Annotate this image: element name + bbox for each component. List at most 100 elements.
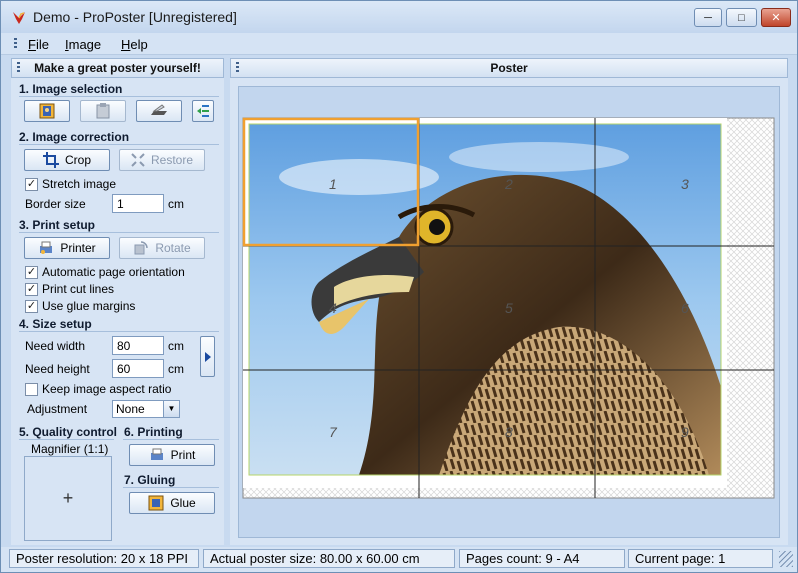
stretch-check-box[interactable]: ✓ (25, 177, 38, 191)
status-actual-size: Actual poster size: 80.00 x 60.00 cm (203, 549, 455, 568)
need-height-label: Need height (25, 362, 90, 376)
scanner-icon (151, 104, 167, 115)
magnifier-view[interactable]: + (24, 456, 112, 541)
status-pages-count: Pages count: 9 - A4 (459, 549, 625, 568)
poster-panel-grip-icon[interactable] (236, 62, 239, 74)
divider (123, 487, 219, 488)
glue-margins-check-box[interactable]: ✓ (25, 299, 38, 313)
poster-panel: 1 2 3 4 5 6 7 8 9 (230, 78, 788, 545)
restore-button[interactable]: Restore (119, 149, 205, 171)
page-number[interactable]: 1 (329, 176, 337, 192)
keep-aspect-check-box[interactable] (25, 382, 38, 396)
left-panel: 1. Image selection 2. Image correction C… (11, 78, 224, 545)
menu-bar: File Image Help (1, 33, 797, 55)
rotate-icon (134, 241, 149, 255)
page-number[interactable]: 8 (505, 424, 513, 440)
menu-file[interactable]: File (28, 37, 49, 52)
divider (19, 144, 219, 145)
maximize-button[interactable]: □ (726, 8, 757, 27)
maximize-icon: □ (738, 11, 745, 24)
paste-image-button[interactable] (80, 100, 126, 122)
close-icon: ✕ (771, 12, 781, 24)
left-panel-grip-icon[interactable] (17, 62, 20, 74)
list-arrow-icon (197, 105, 209, 117)
need-width-input[interactable]: 80 (112, 336, 164, 355)
scan-image-button[interactable] (136, 100, 182, 122)
resize-grip-icon[interactable] (779, 551, 793, 567)
dropdown-arrow-icon[interactable]: ▼ (163, 401, 179, 417)
size-presets-button[interactable] (200, 336, 215, 377)
adjustment-select[interactable]: None ▼ (112, 400, 180, 418)
glue-margins-checkbox[interactable]: ✓ Use glue margins (25, 299, 135, 313)
page-number[interactable]: 3 (681, 176, 689, 192)
poster-preview[interactable]: 1 2 3 4 5 6 7 8 9 (239, 87, 781, 539)
page-number[interactable]: 5 (505, 300, 513, 316)
divider (19, 439, 114, 440)
divider (19, 232, 219, 233)
clipboard-icon (96, 103, 110, 119)
cut-lines-check-box[interactable]: ✓ (25, 282, 38, 296)
magnifier-label: Magnifier (1:1) (31, 442, 109, 456)
divider (123, 439, 219, 440)
section-quality-control: 5. Quality control (19, 425, 118, 439)
divider (19, 96, 219, 97)
page-number[interactable]: 9 (681, 424, 689, 440)
page-number[interactable]: 4 (329, 300, 337, 316)
rotate-button[interactable]: Rotate (119, 237, 205, 259)
section-printing: 6. Printing (124, 425, 183, 439)
poster-image (249, 124, 721, 475)
height-unit: cm (168, 362, 184, 376)
picture-icon (39, 103, 55, 119)
width-unit: cm (168, 339, 184, 353)
minimize-button[interactable]: ─ (694, 8, 722, 27)
status-current-page: Current page: 1 (628, 549, 773, 568)
window-title: Demo - ProPoster [Unregistered] (33, 9, 237, 25)
image-list-button[interactable] (192, 100, 214, 122)
app-window: Demo - ProPoster [Unregistered] ─ □ ✕ Fi… (0, 0, 798, 573)
divider (19, 331, 219, 332)
left-panel-header: Make a great poster yourself! (11, 58, 224, 78)
need-height-input[interactable]: 60 (112, 359, 164, 378)
close-button[interactable]: ✕ (761, 8, 791, 27)
status-bar: Poster resolution: 20 x 18 PPI Actual po… (1, 547, 797, 572)
auto-orientation-checkbox[interactable]: ✓ Automatic page orientation (25, 265, 185, 279)
keep-aspect-checkbox[interactable]: Keep image aspect ratio (25, 382, 171, 396)
printer-icon (150, 448, 163, 460)
need-width-label: Need width (25, 339, 86, 353)
glue-icon (148, 495, 164, 511)
section-print-setup: 3. Print setup (19, 218, 96, 232)
crop-icon (42, 152, 59, 168)
open-image-button[interactable] (24, 100, 70, 122)
auto-orientation-check-box[interactable]: ✓ (25, 265, 38, 279)
app-logo-icon (13, 12, 25, 24)
menu-grip-icon[interactable] (14, 38, 17, 50)
crosshair-icon: + (62, 488, 74, 508)
menu-help[interactable]: Help (121, 37, 148, 52)
page-number[interactable]: 7 (329, 424, 338, 440)
border-size-label: Border size (25, 197, 86, 211)
poster-canvas: 1 2 3 4 5 6 7 8 9 (238, 86, 780, 538)
printer-button[interactable]: Printer (24, 237, 110, 259)
border-unit: cm (168, 197, 184, 211)
section-size-setup: 4. Size setup (19, 317, 92, 331)
crop-button[interactable]: Crop (24, 149, 110, 171)
border-size-input[interactable]: 1 (112, 194, 164, 213)
minimize-icon: ─ (704, 11, 712, 24)
print-button[interactable]: Print (129, 444, 215, 466)
printer-icon (40, 241, 53, 254)
page-number[interactable]: 2 (504, 176, 513, 192)
title-bar: Demo - ProPoster [Unregistered] ─ □ ✕ (1, 1, 797, 33)
restore-icon (131, 153, 145, 167)
section-image-correction: 2. Image correction (19, 130, 130, 144)
page-number[interactable]: 6 (681, 300, 689, 316)
status-resolution: Poster resolution: 20 x 18 PPI (9, 549, 199, 568)
chevron-right-icon (204, 351, 211, 362)
menu-image[interactable]: Image (65, 37, 101, 52)
print-cut-lines-checkbox[interactable]: ✓ Print cut lines (25, 282, 114, 296)
poster-panel-header: Poster (230, 58, 788, 78)
adjustment-label: Adjustment (27, 402, 88, 416)
section-image-selection: 1. Image selection (19, 82, 123, 96)
glue-button[interactable]: Glue (129, 492, 215, 514)
stretch-image-checkbox[interactable]: ✓ Stretch image (25, 177, 116, 191)
section-gluing: 7. Gluing (124, 473, 176, 487)
